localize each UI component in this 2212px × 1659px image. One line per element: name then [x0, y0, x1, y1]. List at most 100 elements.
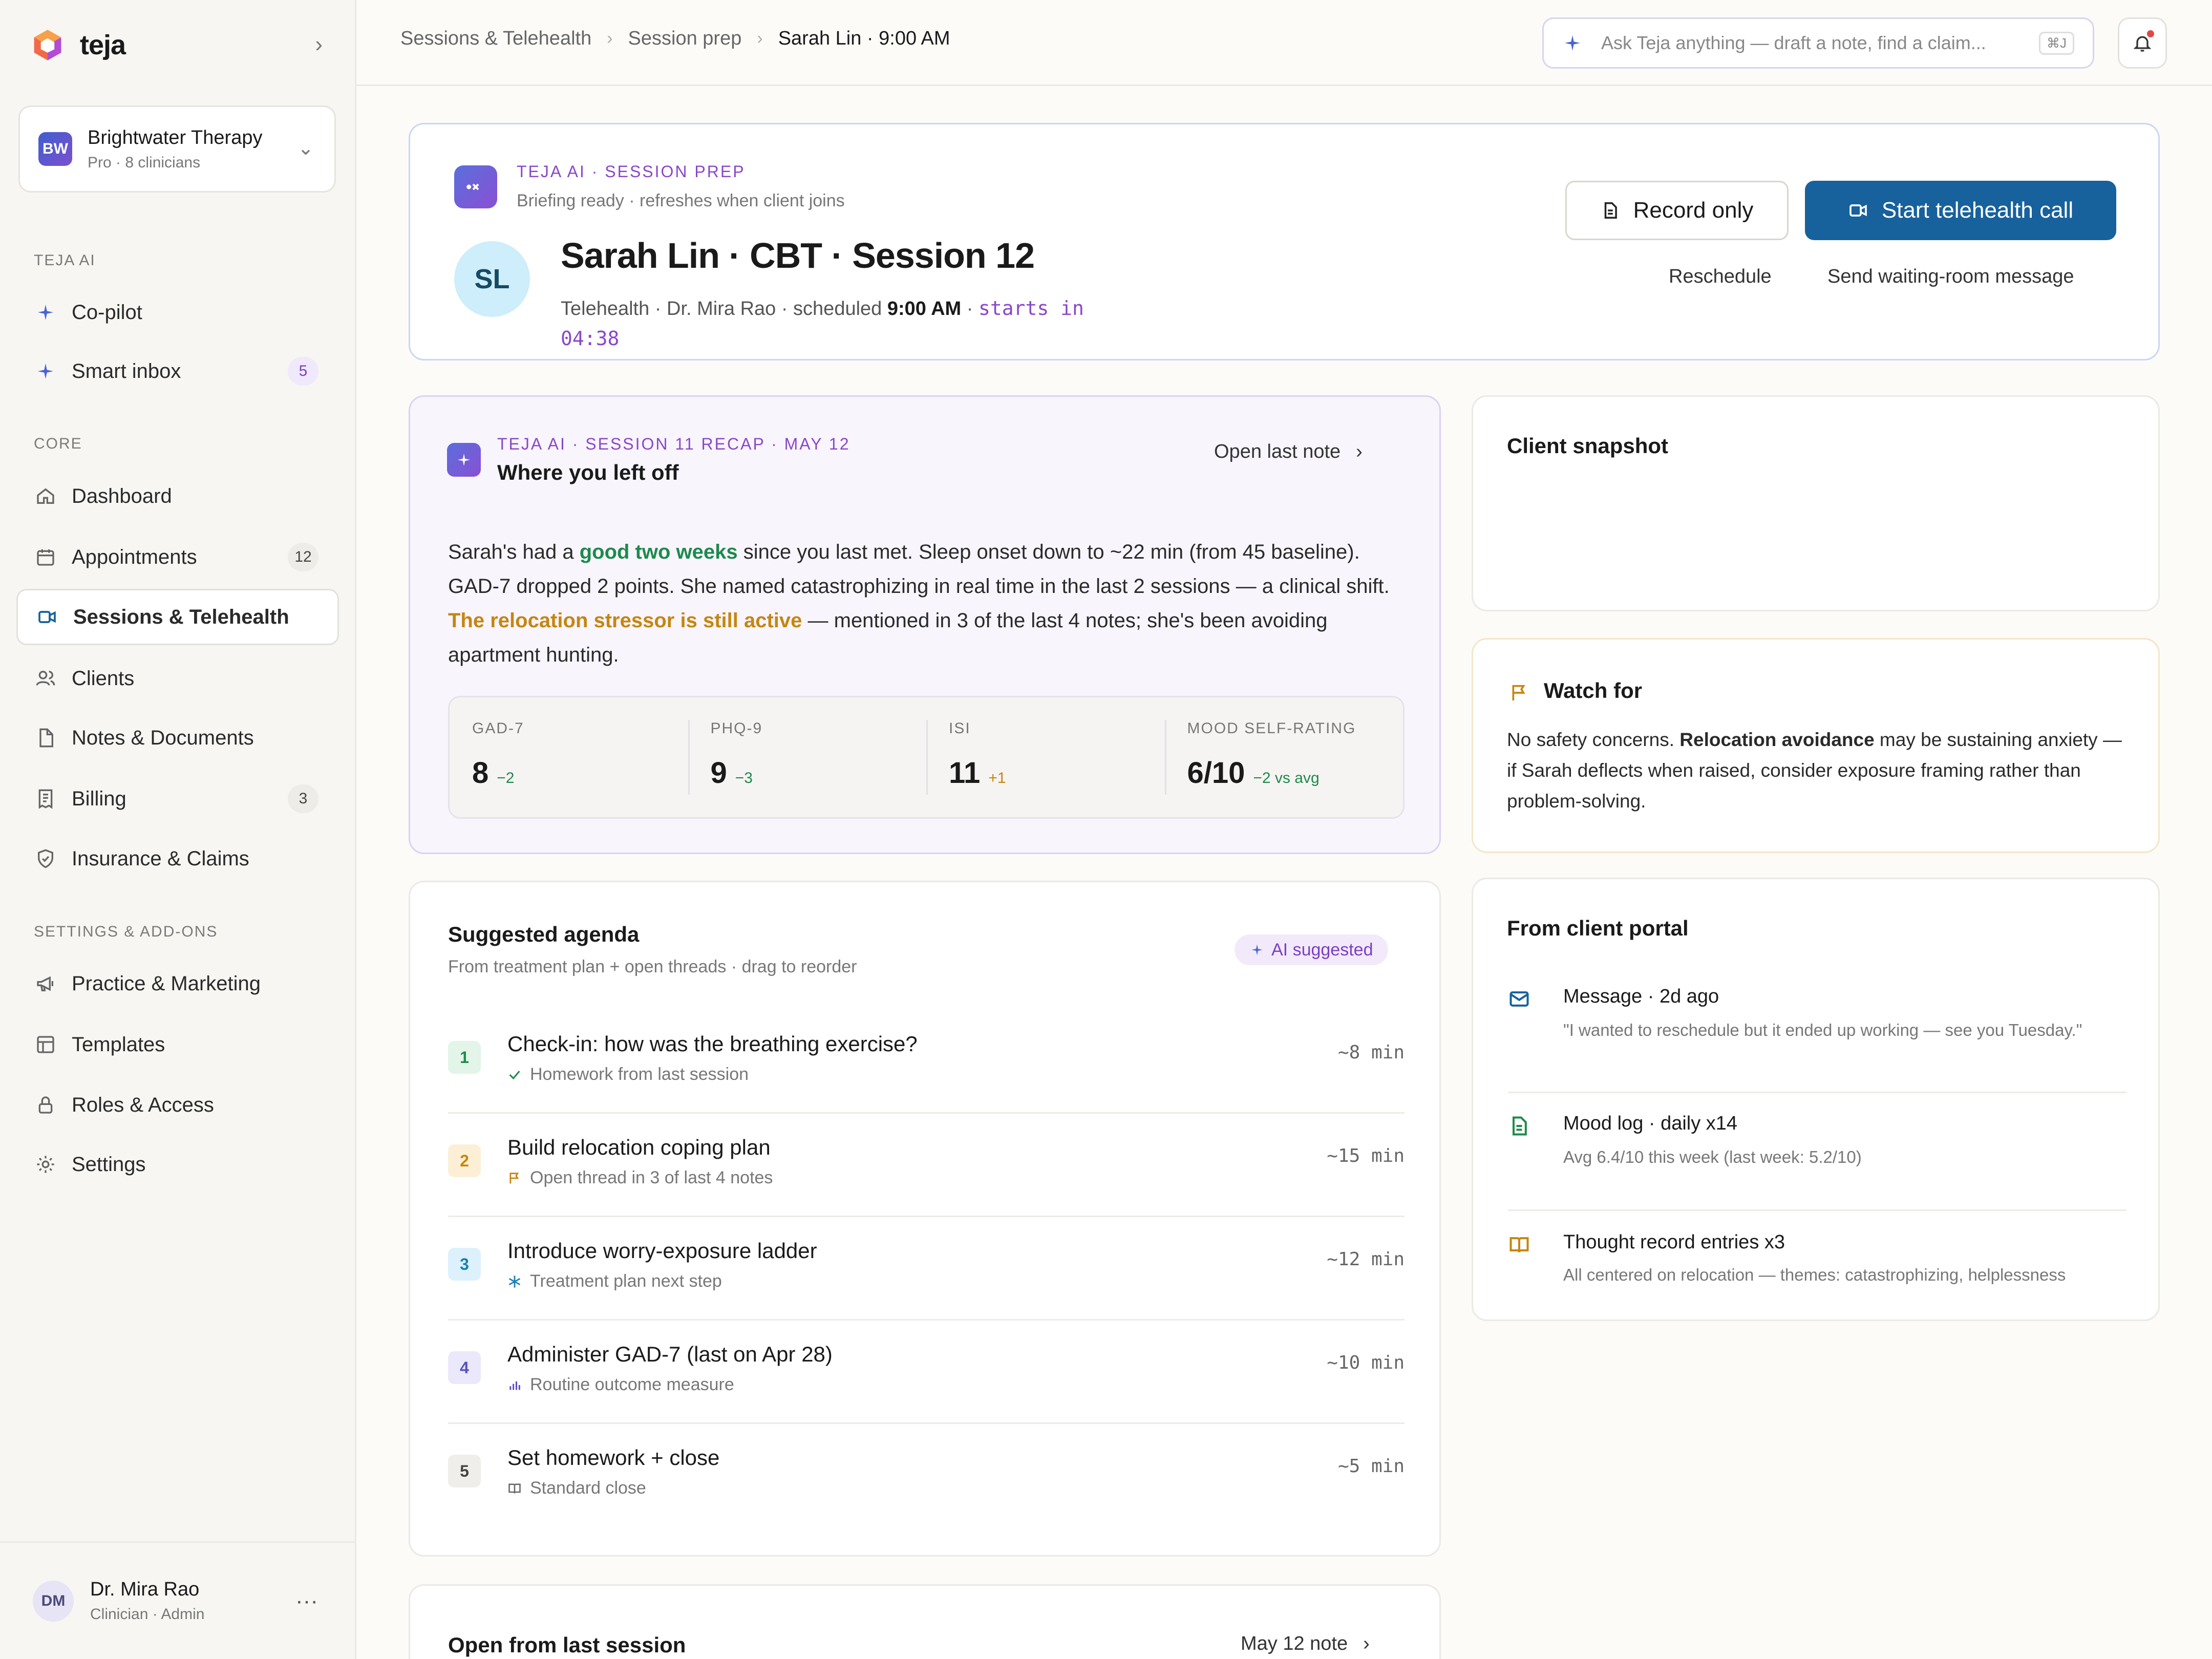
chevron-right-icon: › — [757, 29, 763, 48]
agenda-item[interactable]: 2 Build relocation coping plan Open thread… — [448, 1115, 1405, 1217]
billing-count-badge: 3 — [288, 784, 318, 813]
shield-icon — [34, 847, 57, 870]
agenda-item-source: Standard close — [530, 1478, 646, 1498]
sidebar-item-label: Appointments — [72, 545, 197, 568]
agenda-item-subtitle: Homework from last session — [507, 1065, 749, 1084]
score-gad7: GAD-7 8 −2 — [450, 697, 688, 817]
open-last-title: Open from last session — [448, 1633, 686, 1657]
agenda-item-source: Homework from last session — [530, 1065, 749, 1084]
sidebar-item-smart-inbox[interactable]: Smart inbox 5 — [16, 343, 339, 399]
score-value: 11 — [949, 756, 981, 790]
collapse-sidebar-icon[interactable]: › — [315, 32, 323, 57]
chevron-right-icon: › — [1363, 1633, 1370, 1654]
sidebar-item-label: Sessions & Telehealth — [73, 605, 289, 628]
score-value: 6/10 — [1187, 756, 1245, 790]
user-role: Clinician · Admin — [90, 1606, 205, 1623]
waiting-room-message-button[interactable]: Send waiting-room message — [1827, 266, 2074, 288]
keyboard-shortcut-hint: ⌘J — [2039, 31, 2074, 55]
sidebar-item-dashboard[interactable]: Dashboard — [16, 468, 339, 524]
client-snapshot-card: Client snapshot — [1472, 395, 2160, 611]
portal-item-thought-records[interactable]: Thought record entries x3 All centered o… — [1508, 1211, 2126, 1288]
sidebar-item-appointments[interactable]: Appointments 12 — [16, 529, 339, 585]
score-delta: −3 — [735, 770, 753, 786]
snowflake-icon — [508, 1275, 521, 1288]
open-last-note-link[interactable]: Open last note › — [1214, 441, 1363, 463]
breadcrumb-sessions[interactable]: Sessions & Telehealth — [400, 28, 591, 50]
org-plan: Pro · 8 clinicians — [88, 154, 201, 171]
sidebar-item-practice-marketing[interactable]: Practice & Marketing — [16, 955, 339, 1012]
sidebar-item-insurance-claims[interactable]: Insurance & Claims — [16, 831, 339, 887]
portal-title: From client portal — [1507, 916, 1689, 940]
agenda-item[interactable]: 3 Introduce worry-exposure ladder Treatmen… — [448, 1218, 1405, 1321]
chevron-right-icon: › — [1356, 441, 1363, 462]
reschedule-button[interactable]: Reschedule — [1669, 266, 1772, 288]
page-title: Sarah Lin · CBT · Session 12 — [561, 236, 1035, 275]
agenda-item-number: 5 — [448, 1455, 481, 1487]
smart-inbox-count-badge: 5 — [288, 357, 318, 386]
agenda-item-subtitle: Standard close — [507, 1478, 646, 1498]
sidebar-item-sessions-telehealth[interactable]: Sessions & Telehealth — [16, 589, 339, 645]
gear-icon — [34, 1153, 57, 1176]
portal-item-mood-log[interactable]: Mood log · daily x14 Avg 6.4/10 this wee… — [1508, 1113, 2126, 1211]
ai-suggested-label: AI suggested — [1271, 940, 1373, 960]
start-telehealth-button[interactable]: Start telehealth call — [1805, 181, 2116, 240]
prep-eyebrow: TEJA AI · SESSION PREP — [517, 162, 746, 181]
nav-section-ai: TEJA AI — [34, 252, 96, 269]
watch-for-card: Watch for No safety concerns. Relocation… — [1472, 638, 2160, 853]
ai-suggested-badge: AI suggested — [1235, 934, 1389, 965]
sidebar-item-co-pilot[interactable]: Co-pilot — [16, 284, 339, 341]
agenda-item[interactable]: 5 Set homework + close Standard close ~5 mi… — [448, 1425, 1405, 1527]
sidebar-item-billing[interactable]: Billing 3 — [16, 771, 339, 827]
more-options-icon[interactable]: ··· — [295, 1588, 318, 1614]
sidebar-item-label: Templates — [72, 1033, 165, 1056]
sidebar-item-templates[interactable]: Templates — [16, 1016, 339, 1073]
search-input[interactable] — [1601, 32, 2039, 54]
prep-status: Briefing ready · refreshes when client j… — [517, 191, 845, 210]
app-name: teja — [80, 30, 126, 60]
ai-search-bar[interactable]: ⌘J — [1542, 17, 2094, 69]
home-icon — [34, 484, 57, 508]
org-switcher[interactable]: BW Brightwater Therapy Pro · 8 clinician… — [18, 105, 336, 193]
portal-item-subtitle: Avg 6.4/10 this week (last week: 5.2/10) — [1563, 1147, 1862, 1166]
sidebar-item-notes-documents[interactable]: Notes & Documents — [16, 710, 339, 766]
user-name: Dr. Mira Rao — [90, 1579, 200, 1600]
sparkle-icon — [34, 301, 57, 324]
suggested-agenda-card: Suggested agenda From treatment plan + o… — [409, 881, 1441, 1557]
score-mood: MOOD SELF-RATING 6/10 −2 vs avg — [1164, 697, 1403, 817]
sidebar-item-clients[interactable]: Clients — [16, 650, 339, 707]
agenda-item-number: 1 — [448, 1041, 481, 1074]
sidebar-item-label: Billing — [72, 787, 126, 810]
recap-title: Where you left off — [497, 460, 679, 484]
record-only-label: Record only — [1633, 198, 1754, 223]
agenda-item-duration: ~5 min — [1337, 1456, 1405, 1477]
sidebar-item-settings[interactable]: Settings — [16, 1136, 339, 1193]
notifications-button[interactable] — [2118, 17, 2167, 69]
breadcrumb-session-prep[interactable]: Session prep — [628, 28, 742, 50]
countdown-timer: 04:38 — [561, 327, 620, 350]
recap-highlight-positive: good two weeks — [579, 541, 738, 563]
agenda-item-source: Routine outcome measure — [530, 1375, 734, 1394]
flag-icon — [1512, 685, 1525, 700]
session-recap-card: TEJA AI · SESSION 11 RECAP · MAY 12 Wher… — [409, 395, 1441, 854]
document-icon — [1604, 202, 1617, 219]
nav-section-settings: SETTINGS & ADD-ONS — [34, 923, 218, 940]
sidebar-item-roles-access[interactable]: Roles & Access — [16, 1077, 339, 1133]
teja-logo-icon — [34, 30, 61, 60]
score-delta: −2 vs avg — [1253, 770, 1320, 786]
agenda-item-source: Open thread in 3 of last 4 notes — [530, 1168, 773, 1187]
score-isi: ISI 11 +1 — [926, 697, 1165, 817]
agenda-item[interactable]: 1 Check-in: how was the breathing exercis… — [448, 1011, 1405, 1114]
nav-section-core: CORE — [34, 435, 82, 452]
score-delta: −2 — [497, 770, 515, 786]
score-value: 8 — [472, 756, 489, 790]
sidebar-item-label: Dashboard — [72, 484, 172, 507]
record-only-button[interactable]: Record only — [1565, 181, 1789, 240]
sidebar-item-label: Clients — [72, 667, 135, 690]
sidebar-item-label: Practice & Marketing — [72, 972, 261, 995]
user-profile[interactable]: DM Dr. Mira Rao Clinician · Admin ··· — [0, 1541, 355, 1659]
agenda-item[interactable]: 4 Administer GAD-7 (last on Apr 28) Routin… — [448, 1322, 1405, 1424]
may-12-note-link[interactable]: May 12 note › — [1241, 1633, 1370, 1655]
sidebar: teja › BW Brightwater Therapy Pro · 8 cl… — [0, 0, 356, 1659]
score-value: 9 — [710, 756, 727, 790]
portal-item-message[interactable]: Message · 2d ago "I wanted to reschedule… — [1508, 986, 2126, 1093]
